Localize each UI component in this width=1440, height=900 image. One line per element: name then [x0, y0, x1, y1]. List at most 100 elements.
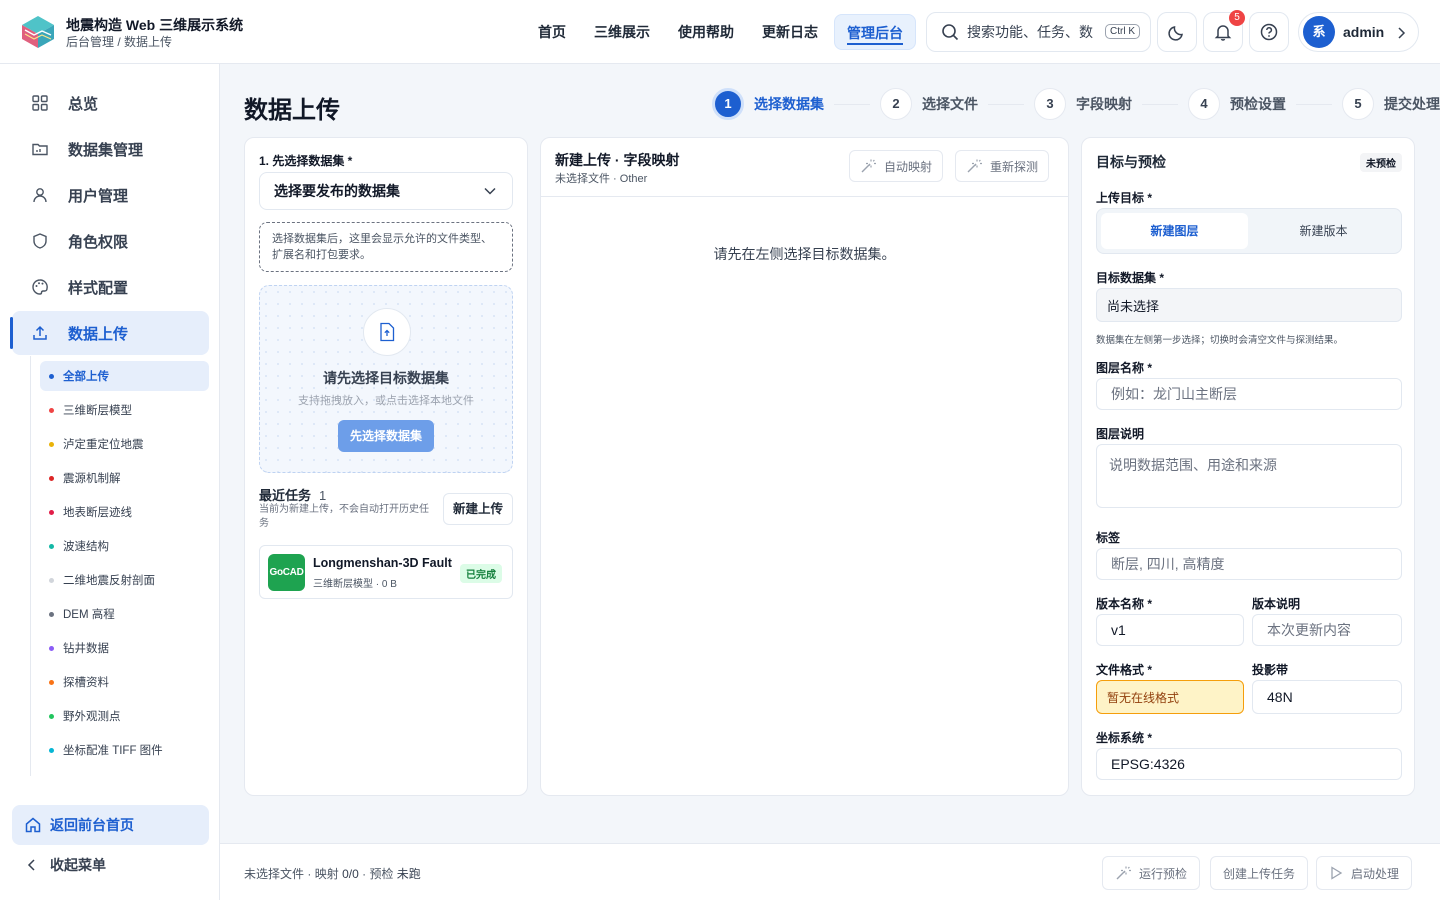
sub-item-label: 全部上传: [63, 371, 109, 383]
layer-name-label: 图层名称 *: [1096, 361, 1153, 375]
layer-name-field[interactable]: 例如：龙门山主断层: [1096, 378, 1402, 410]
sub-item-label: 震源机制解: [63, 473, 121, 485]
target-dataset-label: 目标数据集 *: [1096, 271, 1165, 285]
file-format-select[interactable]: 暂无在线格式: [1096, 680, 1244, 714]
step-separator: [1296, 103, 1332, 105]
app-title: 地震构造 Web 三维展示系统: [66, 17, 244, 33]
select-dataset-first-button[interactable]: 先选择数据集: [338, 420, 434, 452]
new-upload-button[interactable]: 新建上传: [443, 493, 513, 525]
sub-item-dem[interactable]: DEM 高程: [40, 599, 209, 629]
back-home-button[interactable]: 返回前台首页: [12, 805, 209, 845]
file-drop-zone[interactable]: 请先选择目标数据集 支持拖拽放入，或点击选择本地文件 先选择数据集: [259, 285, 513, 473]
sub-item-tiff-maps[interactable]: 坐标配准 TIFF 图件: [40, 735, 209, 765]
sub-item-label: DEM 高程: [63, 609, 115, 621]
search-input[interactable]: 搜索功能、任务、数 Ctrl K: [926, 12, 1151, 52]
nav-3d-view[interactable]: 三维展示: [582, 14, 662, 50]
step-precheck-settings[interactable]: 4 预检设置: [1188, 88, 1286, 120]
nav-home[interactable]: 首页: [526, 14, 578, 50]
sub-item-velocity-structure[interactable]: 波速结构: [40, 531, 209, 561]
app-logo-icon[interactable]: [20, 14, 56, 50]
layer-desc-field[interactable]: 说明数据范围、用途和来源: [1096, 444, 1402, 508]
target-new-layer-option[interactable]: 新建图层: [1101, 213, 1248, 249]
theme-toggle-button[interactable]: [1157, 12, 1197, 52]
page-title: 数据上传: [244, 97, 340, 124]
dataset-select[interactable]: 选择要发布的数据集: [259, 172, 513, 210]
sub-item-label: 二维地震反射剖面: [63, 575, 155, 587]
sidebar-item-upload[interactable]: 数据上传: [10, 311, 209, 355]
sidebar-item-label: 数据上传: [68, 325, 129, 343]
sub-item-all[interactable]: 全部上传: [40, 361, 209, 391]
nav-admin[interactable]: 管理后台: [834, 14, 916, 50]
select-dataset-label: 1. 先选择数据集 *: [259, 154, 353, 168]
sub-item-3d-fault-model[interactable]: 三维断层模型: [40, 395, 209, 425]
category-dot: [49, 373, 54, 379]
start-process-label: 启动处理: [1351, 866, 1400, 881]
auto-map-button[interactable]: 自动映射: [849, 150, 944, 182]
sub-item-borehole[interactable]: 钻井数据: [40, 633, 209, 663]
start-process-button[interactable]: 启动处理: [1316, 856, 1413, 890]
version-desc-field[interactable]: 本次更新内容: [1252, 614, 1402, 646]
chevron-left-icon: [27, 859, 35, 871]
category-dot: [49, 645, 54, 651]
nav-changelog[interactable]: 更新日志: [750, 14, 830, 50]
step-submit[interactable]: 5 提交处理: [1342, 88, 1440, 120]
help-icon: [1260, 23, 1278, 41]
version-name-field[interactable]: v1: [1096, 614, 1244, 646]
sub-item-label: 坐标配准 TIFF 图件: [63, 745, 163, 757]
main-nav: 首页 三维展示 使用帮助 更新日志 管理后台: [526, 14, 916, 50]
step-select-file[interactable]: 2 选择文件: [880, 88, 978, 120]
sub-item-label: 波速结构: [63, 541, 109, 553]
home-icon: [25, 817, 41, 833]
sub-item-label: 泸定重定位地震: [63, 439, 144, 451]
sidebar-item-overview[interactable]: 总览: [12, 81, 209, 125]
create-task-button[interactable]: 创建上传任务: [1210, 856, 1309, 890]
status-mapping: 0/0: [342, 867, 359, 881]
run-precheck-label: 运行预检: [1139, 866, 1188, 881]
sub-item-luding-earthquakes[interactable]: 泸定重定位地震: [40, 429, 209, 459]
user-menu[interactable]: 系 admin: [1298, 12, 1419, 52]
tags-field[interactable]: 断层, 四川, 高精度: [1096, 548, 1402, 580]
step-number: 2: [880, 88, 912, 120]
sidebar-item-datasets[interactable]: 数据集管理: [12, 127, 209, 171]
projection-zone-field[interactable]: 48N: [1252, 680, 1402, 714]
projection-zone-label: 投影带: [1252, 663, 1289, 677]
step-label: 预检设置: [1230, 96, 1286, 112]
status-mapping-label: 映射: [314, 867, 339, 881]
magic-wand-icon: [860, 158, 876, 174]
step-number: 1: [712, 88, 744, 120]
recent-tasks-heading: 最近任务 1: [259, 485, 326, 504]
sub-item-seismic-profile[interactable]: 二维地震反射剖面: [40, 565, 209, 595]
sub-item-field-points[interactable]: 野外观测点: [40, 701, 209, 731]
step-number: 3: [1034, 88, 1066, 120]
recent-tasks-note: 当前为新建上传，不会自动打开历史任务: [259, 504, 429, 529]
step-field-mapping[interactable]: 3 字段映射: [1034, 88, 1132, 120]
notification-badge: 5: [1229, 10, 1245, 26]
recent-task-item[interactable]: GoCAD Longmenshan-3D Fault 三维断层模型 · 0 B …: [259, 545, 513, 599]
nav-help[interactable]: 使用帮助: [666, 14, 746, 50]
step-label: 选择数据集: [754, 96, 824, 112]
sub-item-focal-mechanism[interactable]: 震源机制解: [40, 463, 209, 493]
notifications-button[interactable]: 5: [1203, 10, 1245, 52]
category-dot: [49, 509, 54, 515]
sub-item-trench[interactable]: 探槽资料: [40, 667, 209, 697]
crs-field[interactable]: EPSG:4326: [1096, 748, 1402, 780]
moon-icon: [1168, 26, 1183, 41]
category-dot: [49, 679, 54, 685]
crs-label: 坐标系统 *: [1096, 731, 1153, 745]
task-meta: 三维断层模型 · 0 B: [313, 579, 397, 590]
redetect-button[interactable]: 重新探测: [955, 150, 1050, 182]
run-precheck-button[interactable]: 运行预检: [1102, 856, 1201, 890]
shield-icon: [30, 232, 50, 250]
sub-item-label: 野外观测点: [63, 711, 121, 723]
help-button[interactable]: [1249, 12, 1289, 52]
avatar: 系: [1303, 16, 1335, 48]
collapse-menu-button[interactable]: 收起菜单: [12, 845, 209, 885]
sub-item-surface-fault-trace[interactable]: 地表断层迹线: [40, 497, 209, 527]
sidebar-item-users[interactable]: 用户管理: [12, 173, 209, 217]
sidebar-item-roles[interactable]: 角色权限: [12, 219, 209, 263]
step-select-dataset[interactable]: 1 选择数据集: [712, 88, 824, 120]
version-name-label: 版本名称 *: [1096, 597, 1153, 611]
sidebar-item-styles[interactable]: 样式配置: [12, 265, 209, 309]
target-new-version-option[interactable]: 新建版本: [1250, 213, 1397, 249]
step-number: 5: [1342, 88, 1374, 120]
